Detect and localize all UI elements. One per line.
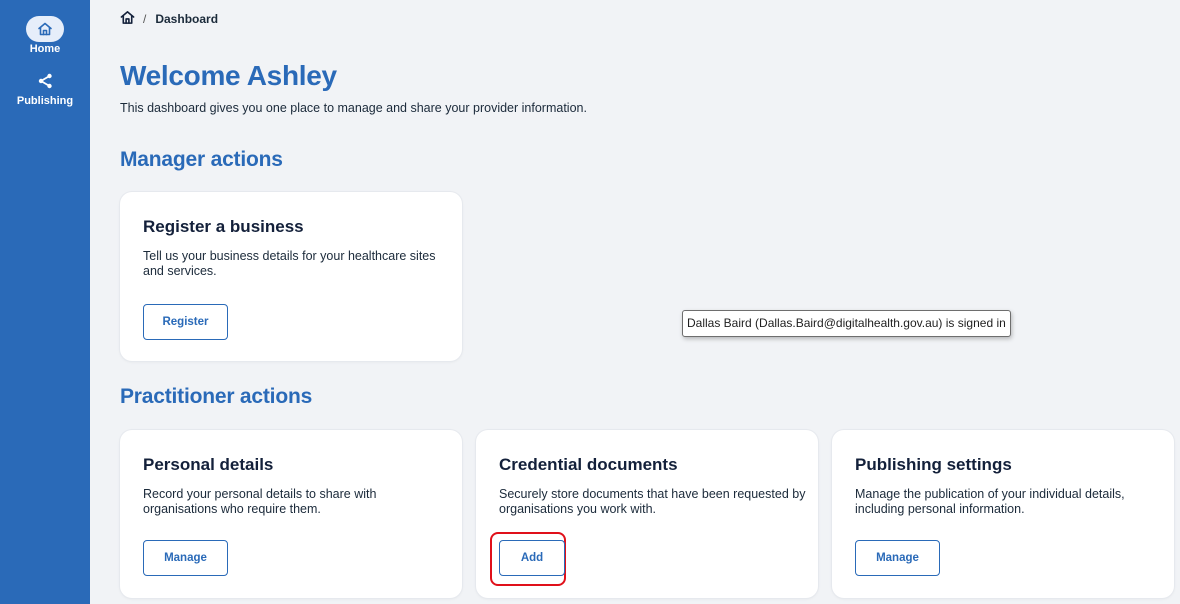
register-business-card: Register a business Tell us your busines… xyxy=(120,192,462,361)
card-title: Personal details xyxy=(143,455,274,474)
card-description: Securely store documents that have been … xyxy=(499,487,806,516)
share-icon xyxy=(26,70,64,92)
card-description: Tell us your business details for your h… xyxy=(143,249,436,278)
main-content: / Dashboard Welcome Ashley This dashboar… xyxy=(90,0,1180,604)
section-title-manager-actions: Manager actions xyxy=(120,148,283,171)
credential-documents-card: Credential documents Securely store docu… xyxy=(476,430,818,598)
card-description: Record your personal details to share wi… xyxy=(143,487,377,516)
card-description: Manage the publication of your individua… xyxy=(855,487,1125,516)
page-title: Welcome Ashley xyxy=(120,60,337,91)
sidebar-item-publishing[interactable]: Publishing xyxy=(0,70,90,107)
sidebar-item-label: Home xyxy=(29,43,61,55)
breadcrumb-current: Dashboard xyxy=(155,12,219,26)
card-title: Credential documents xyxy=(499,455,678,474)
section-title-practitioner-actions: Practitioner actions xyxy=(120,385,313,408)
manage-publishing-settings-button[interactable]: Manage xyxy=(855,540,940,576)
manage-personal-details-button[interactable]: Manage xyxy=(143,540,228,576)
sidebar-nav: Home Publishing xyxy=(0,0,90,604)
breadcrumb-separator: / xyxy=(143,12,147,26)
add-credential-button[interactable]: Add xyxy=(499,540,565,576)
card-title: Publishing settings xyxy=(855,455,1012,474)
home-icon[interactable] xyxy=(120,10,135,28)
publishing-settings-card: Publishing settings Manage the publicati… xyxy=(832,430,1174,598)
personal-details-card: Personal details Record your personal de… xyxy=(120,430,462,598)
breadcrumb: / Dashboard xyxy=(120,10,218,28)
register-button[interactable]: Register xyxy=(143,304,228,340)
page-subtitle: This dashboard gives you one place to ma… xyxy=(120,101,587,115)
sidebar-item-label: Publishing xyxy=(16,95,74,107)
sidebar-item-home[interactable]: Home xyxy=(0,16,90,55)
home-icon xyxy=(26,16,64,42)
card-title: Register a business xyxy=(143,217,304,236)
signed-in-tooltip: Dallas Baird (Dallas.Baird@digitalhealth… xyxy=(682,310,1011,337)
